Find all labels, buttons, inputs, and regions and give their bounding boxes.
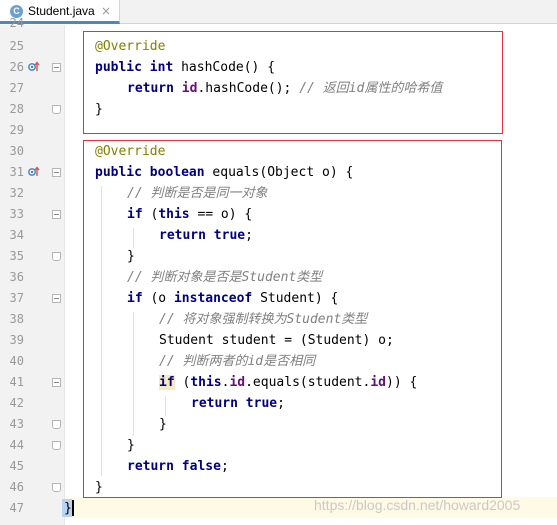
line-number: 29 (9, 123, 24, 137)
fold-end-marker[interactable] (52, 105, 61, 114)
fold-end-marker[interactable] (52, 252, 61, 261)
override-method-icon[interactable] (28, 166, 40, 178)
close-icon[interactable]: × (101, 4, 111, 18)
fold-toggle[interactable] (52, 210, 61, 219)
text-caret (72, 500, 74, 516)
line-number: 39 (9, 333, 24, 347)
highlight-box-hashcode (83, 31, 503, 134)
tab-label: Student.java (28, 4, 95, 18)
line-number: 36 (9, 270, 24, 284)
override-method-icon[interactable] (28, 61, 40, 73)
line-number: 40 (9, 354, 24, 368)
code-line-47: } (64, 498, 72, 519)
watermark: https://blog.csdn.net/howard2005 (314, 497, 521, 513)
editor-tab-bar: C Student.java × (0, 0, 557, 24)
line-number: 27 (9, 81, 24, 95)
line-number: 44 (9, 438, 24, 452)
fold-toggle[interactable] (52, 63, 61, 72)
code-text: } (64, 501, 72, 516)
fold-toggle[interactable] (52, 378, 61, 387)
line-number: 34 (9, 228, 24, 242)
line-number: 30 (9, 144, 24, 158)
fold-end-marker[interactable] (52, 420, 61, 429)
fold-toggle[interactable] (52, 168, 61, 177)
line-number: 28 (9, 102, 24, 116)
highlight-box-equals (83, 140, 502, 498)
line-number: 47 (9, 501, 24, 515)
line-number: 25 (9, 39, 24, 53)
line-number: 26 (9, 60, 24, 74)
line-number: 33 (9, 207, 24, 221)
line-number: 32 (9, 186, 24, 200)
line-number: 41 (9, 375, 24, 389)
line-number: 24 (9, 16, 24, 30)
line-number: 45 (9, 459, 24, 473)
line-number: 31 (9, 165, 24, 179)
line-number: 46 (9, 480, 24, 494)
fold-end-marker[interactable] (52, 483, 61, 492)
line-number: 35 (9, 249, 24, 263)
line-number: 37 (9, 291, 24, 305)
line-number: 38 (9, 312, 24, 326)
gutter-separator (64, 25, 65, 525)
fold-end-marker[interactable] (52, 441, 61, 450)
fold-toggle[interactable] (52, 294, 61, 303)
line-number: 43 (9, 417, 24, 431)
line-number: 42 (9, 396, 24, 410)
